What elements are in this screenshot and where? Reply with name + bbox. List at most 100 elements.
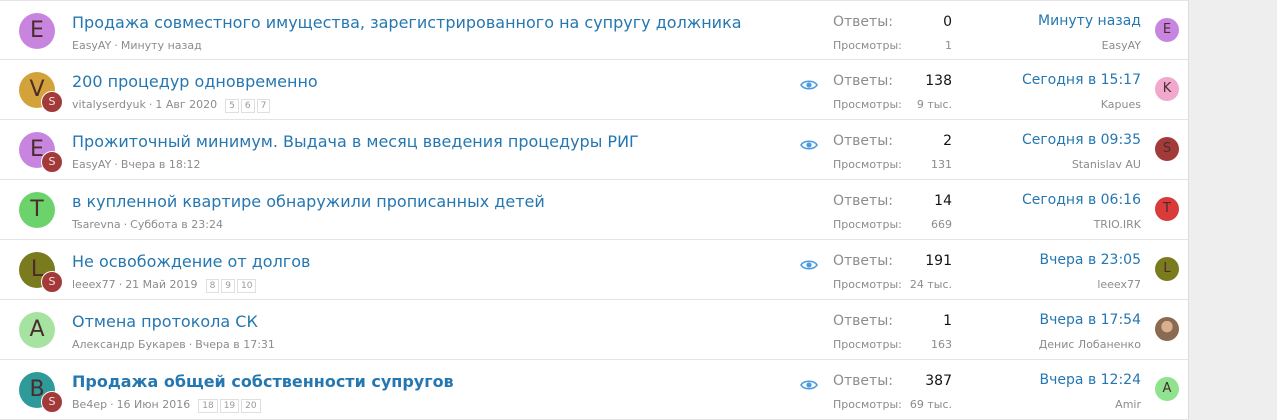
thread-meta: EasyAY · Вчера в 18:12 bbox=[72, 158, 201, 171]
last-post-user-link[interactable]: leeex77 bbox=[1097, 278, 1141, 291]
last-post-time-link[interactable]: Сегодня в 09:35 bbox=[1022, 132, 1141, 148]
thread-title-link[interactable]: Прожиточный минимум. Выдача в месяц введ… bbox=[72, 132, 639, 151]
last-poster-badge[interactable]: S bbox=[41, 151, 63, 173]
replies-label: Ответы: bbox=[833, 193, 893, 209]
thread-start-date[interactable]: Суббота в 23:24 bbox=[130, 218, 223, 231]
thread-row: V S 200 процедур одновременно vitalyserdyuk… bbox=[0, 60, 1189, 120]
thread-start-date[interactable]: Вчера в 17:31 bbox=[195, 338, 275, 351]
last-poster-avatar[interactable]: L bbox=[1155, 257, 1179, 281]
thread-row: E Продажа совместного имущества, зарегист… bbox=[0, 0, 1189, 60]
page-link[interactable]: 8 bbox=[205, 279, 220, 293]
page-link[interactable]: 20 bbox=[241, 399, 261, 413]
thread-start-date[interactable]: 1 Авг 2020 bbox=[155, 98, 217, 111]
views-count: 24 тыс. bbox=[909, 278, 952, 291]
page-link[interactable]: 19 bbox=[219, 399, 240, 413]
last-poster-badge[interactable]: S bbox=[41, 271, 63, 293]
last-post-time-link[interactable]: Сегодня в 06:16 bbox=[1022, 192, 1141, 208]
page-jump-links: 567 bbox=[225, 98, 272, 113]
thread-title-link[interactable]: Продажа совместного имущества, зарегистр… bbox=[72, 13, 742, 32]
views-label: Просмотры: bbox=[833, 398, 902, 411]
thread-title-link[interactable]: в купленной квартире обнаружили прописан… bbox=[72, 192, 545, 211]
page-link[interactable]: 6 bbox=[240, 99, 255, 113]
last-post-time-link[interactable]: Вчера в 12:24 bbox=[1040, 372, 1141, 388]
thread-list: E Продажа совместного имущества, зарегист… bbox=[0, 0, 1189, 420]
thread-author-link[interactable]: EasyAY bbox=[72, 39, 111, 52]
last-poster-avatar[interactable] bbox=[1155, 317, 1179, 341]
last-poster-badge[interactable]: S bbox=[41, 391, 63, 413]
page-link[interactable]: 5 bbox=[225, 99, 239, 113]
thread-author-link[interactable]: leeex77 bbox=[72, 278, 116, 291]
thread-author-link[interactable]: EasyAY bbox=[72, 158, 111, 171]
views-count: 9 тыс. bbox=[916, 98, 952, 111]
page-link[interactable]: 7 bbox=[256, 99, 271, 113]
page-link[interactable]: 10 bbox=[237, 279, 257, 293]
thread-meta: Be4ep · 16 Июн 2016 18 19 20 bbox=[72, 398, 263, 413]
last-post-user-link[interactable]: Stanislav AU bbox=[1072, 158, 1141, 171]
thread-title-link[interactable]: 200 процедур одновременно bbox=[72, 72, 318, 91]
views-label: Просмотры: bbox=[833, 39, 902, 52]
last-poster-avatar[interactable]: K bbox=[1155, 77, 1179, 101]
thread-meta: EasyAY · Минуту назад bbox=[72, 39, 202, 52]
views-count: 163 bbox=[931, 338, 952, 351]
replies-label: Ответы: bbox=[833, 373, 893, 389]
thread-meta: vitalyserdyuk · 1 Авг 2020 5 6 7 bbox=[72, 98, 272, 113]
replies-label: Ответы: bbox=[833, 253, 893, 269]
thread-row: Tв купленной квартире обнаружили прописа… bbox=[0, 180, 1189, 240]
thread-author-link[interactable]: Tsarevna bbox=[72, 218, 121, 231]
watched-eye-icon bbox=[800, 377, 818, 393]
replies-count: 0 bbox=[943, 14, 952, 30]
thread-title-link[interactable]: Не освобождение от долгов bbox=[72, 252, 310, 271]
last-poster-avatar[interactable]: S bbox=[1155, 137, 1179, 161]
last-post-user-link[interactable]: Amir bbox=[1115, 398, 1141, 411]
views-label: Просмотры: bbox=[833, 338, 902, 351]
meta-separator: · bbox=[114, 158, 118, 171]
last-poster-badge[interactable]: S bbox=[41, 91, 63, 113]
views-label: Просмотры: bbox=[833, 98, 902, 111]
thread-start-date[interactable]: Вчера в 18:12 bbox=[121, 158, 201, 171]
last-post-time-link[interactable]: Вчера в 17:54 bbox=[1040, 312, 1141, 328]
meta-separator: · bbox=[123, 218, 128, 231]
views-label: Просмотры: bbox=[833, 158, 902, 171]
last-post-user-link[interactable]: Kapues bbox=[1101, 98, 1141, 111]
last-poster-avatar[interactable]: A bbox=[1155, 377, 1179, 401]
author-avatar[interactable]: E bbox=[19, 13, 55, 49]
meta-separator: · bbox=[110, 398, 114, 411]
replies-count: 1 bbox=[943, 313, 952, 329]
views-count: 69 тыс. bbox=[909, 398, 952, 411]
watched-eye-icon bbox=[800, 137, 818, 153]
last-poster-avatar[interactable]: E bbox=[1155, 18, 1179, 42]
replies-label: Ответы: bbox=[833, 73, 893, 89]
last-post-time-link[interactable]: Минуту назад bbox=[1038, 13, 1141, 29]
thread-author-link[interactable]: Александр Букарев bbox=[72, 338, 186, 351]
last-post-user-link[interactable]: TRIO.IRK bbox=[1094, 218, 1141, 231]
meta-separator: · bbox=[114, 39, 118, 52]
thread-row: B S Продажа общей собственности супругов Be… bbox=[0, 360, 1189, 420]
author-avatar[interactable]: A bbox=[19, 312, 55, 348]
page-link[interactable]: 9 bbox=[221, 279, 236, 293]
replies-label: Ответы: bbox=[833, 14, 893, 30]
thread-meta: Александр Букарев · Вчера в 17:31 bbox=[72, 338, 275, 351]
last-post-user-link[interactable]: EasyAY bbox=[1102, 39, 1141, 52]
meta-separator: · bbox=[118, 278, 123, 291]
replies-count: 387 bbox=[925, 373, 952, 389]
replies-count: 138 bbox=[925, 73, 952, 89]
author-avatar[interactable]: T bbox=[19, 192, 55, 228]
thread-row: E S Прожиточный минимум. Выдача в месяц вв… bbox=[0, 120, 1189, 180]
last-post-time-link[interactable]: Вчера в 23:05 bbox=[1040, 252, 1141, 268]
last-post-time-link[interactable]: Сегодня в 15:17 bbox=[1022, 72, 1141, 88]
thread-start-date[interactable]: 16 Июн 2016 bbox=[117, 398, 191, 411]
thread-start-date[interactable]: 21 Май 2019 bbox=[125, 278, 197, 291]
last-poster-avatar[interactable]: T bbox=[1155, 197, 1179, 221]
thread-title-link[interactable]: Продажа общей собственности супругов bbox=[72, 372, 454, 391]
last-post-user-link[interactable]: Денис Лобаненко bbox=[1039, 338, 1141, 351]
thread-start-date[interactable]: Минуту назад bbox=[121, 39, 202, 52]
thread-meta: Tsarevna · Суббота в 23:24 bbox=[72, 218, 223, 231]
thread-row: L S Не освобождение от долгов leeex77 · 21 Ма… bbox=[0, 240, 1189, 300]
thread-title-link[interactable]: Отмена протокола СК bbox=[72, 312, 258, 331]
page-jump-links: 8 9 10 bbox=[205, 278, 259, 293]
views-count: 669 bbox=[931, 218, 952, 231]
page-link[interactable]: 18 bbox=[198, 399, 218, 413]
thread-author-link[interactable]: vitalyserdyuk bbox=[72, 98, 146, 111]
thread-author-link[interactable]: Be4ep bbox=[72, 398, 107, 411]
views-count: 1 bbox=[945, 39, 952, 52]
